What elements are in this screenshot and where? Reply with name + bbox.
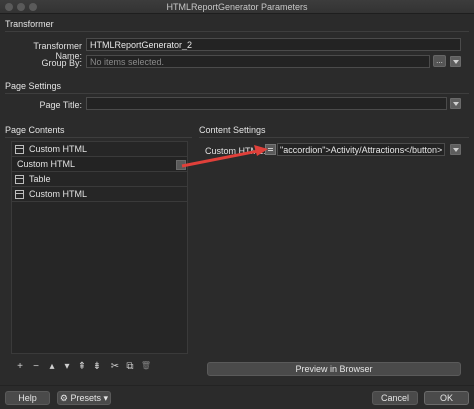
chevron-down-icon: ▾	[103, 393, 109, 403]
annotation-arrow	[181, 145, 268, 168]
footer-divider	[0, 385, 474, 386]
presets-label: Presets	[70, 393, 102, 403]
presets-button[interactable]: ⚙ Presets ▾	[57, 391, 111, 405]
arrow-head	[254, 145, 268, 156]
arrow-shaft	[181, 149, 259, 168]
ok-button[interactable]: OK	[424, 391, 469, 405]
help-button[interactable]: Help	[5, 391, 50, 405]
gear-icon: ⚙	[59, 393, 68, 403]
cancel-button[interactable]: Cancel	[372, 391, 418, 405]
